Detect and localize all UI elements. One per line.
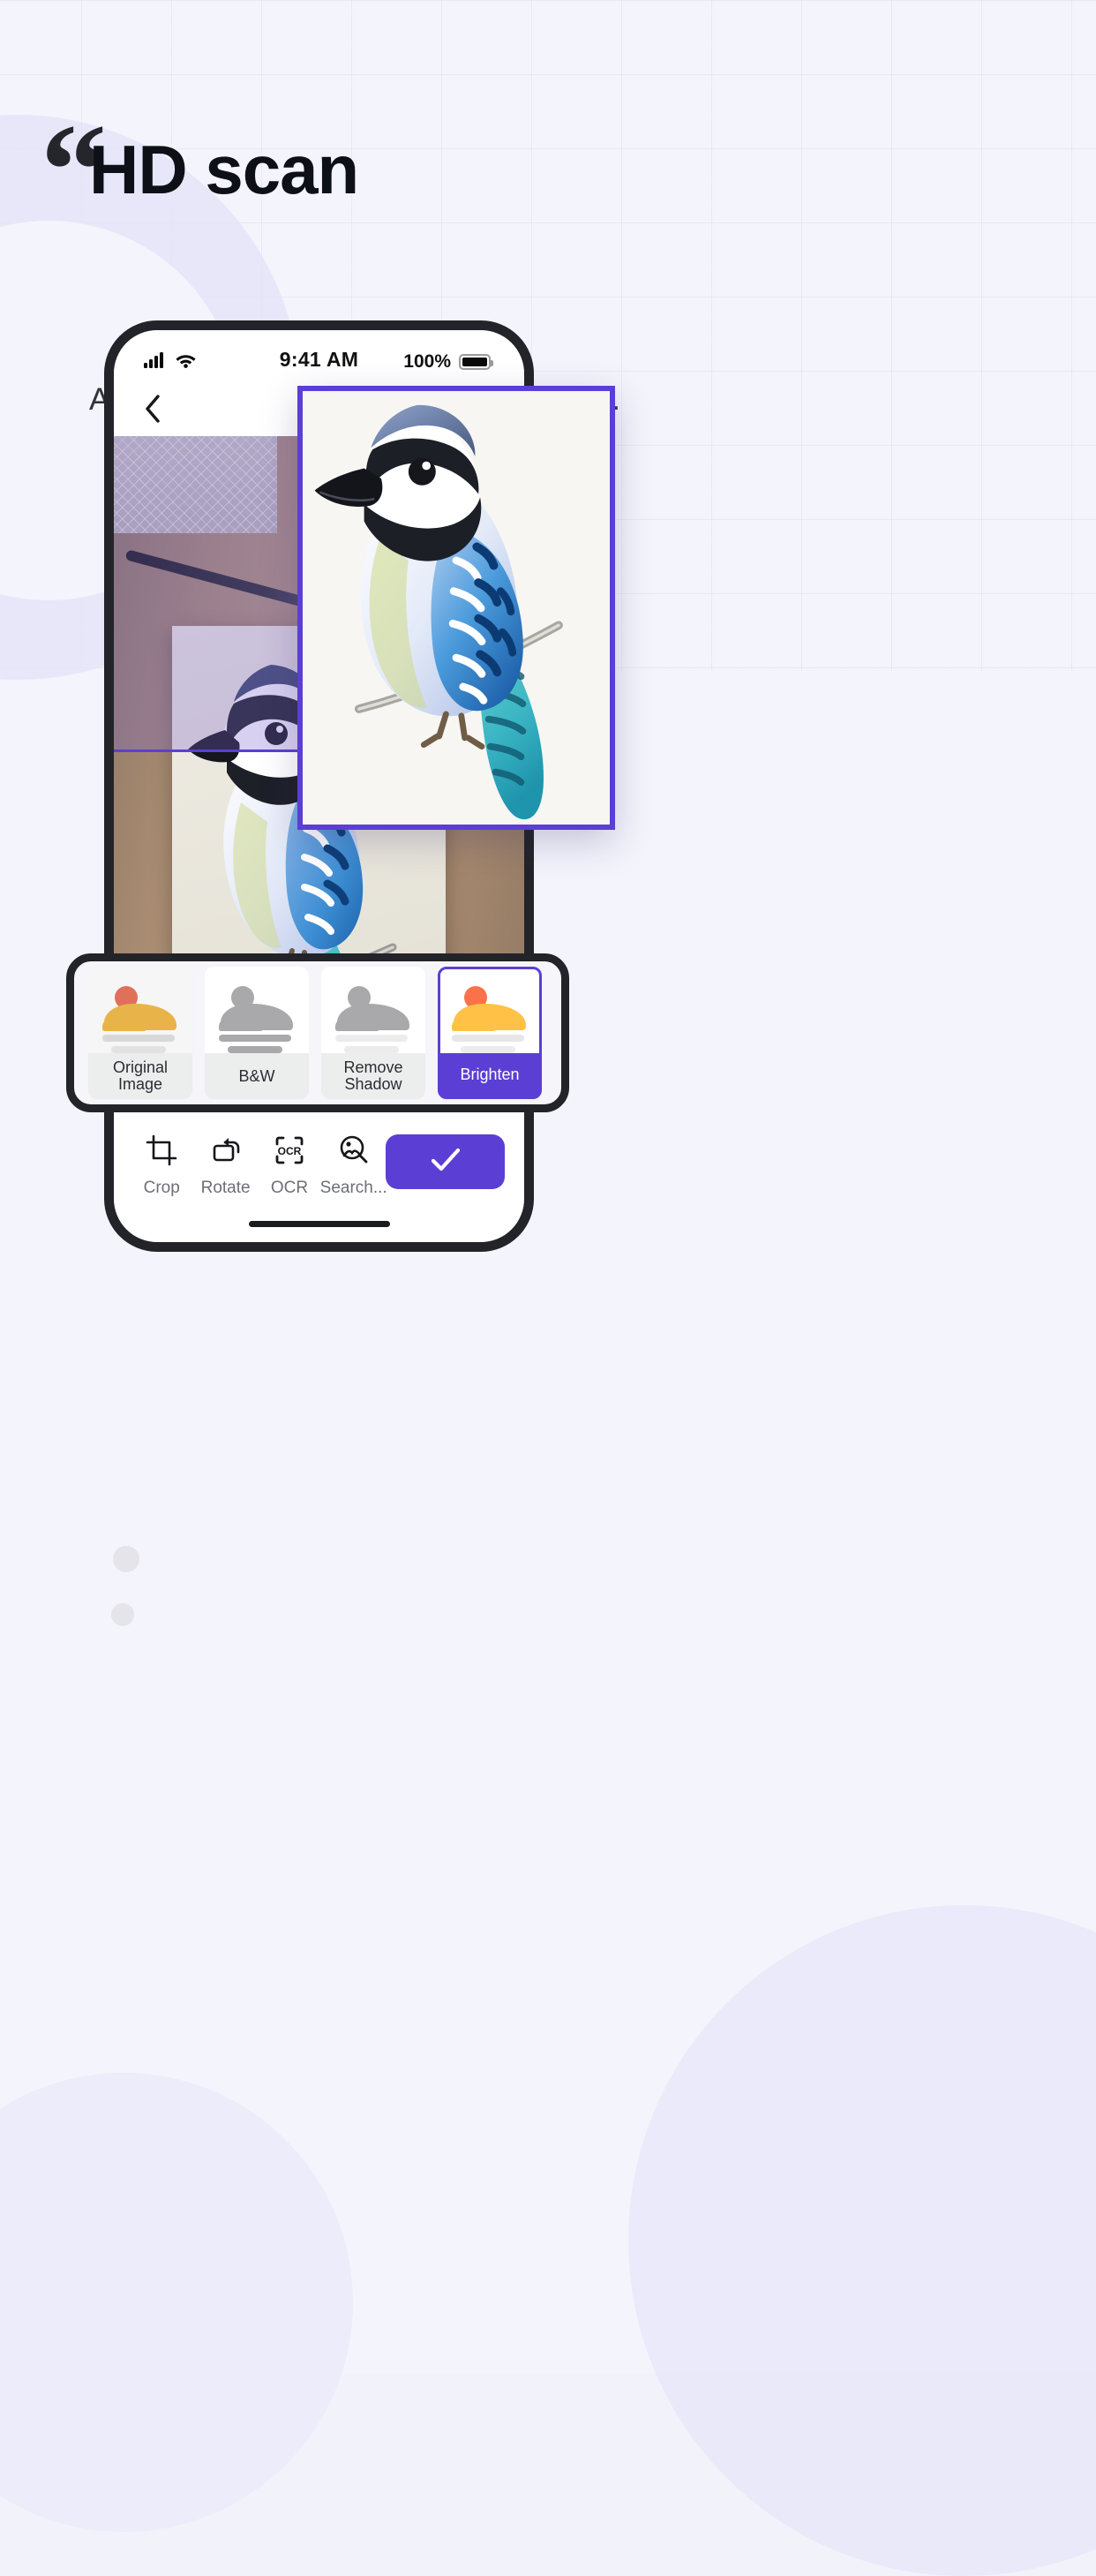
battery-percent-label: 100% [403, 351, 451, 372]
status-bar: 9:41 AM 100% [114, 330, 524, 385]
cellular-bars-icon [144, 351, 167, 373]
toolbar-item-rotate[interactable]: Rotate [193, 1134, 257, 1198]
cutting-mat [114, 436, 277, 533]
filter-chip-bw[interactable]: B&W [205, 967, 309, 1099]
svg-text:OCR: OCR [278, 1145, 302, 1157]
toolbar-label: Rotate [200, 1179, 251, 1197]
scan-preview-card[interactable] [297, 386, 615, 830]
toolbar-label: Crop [143, 1179, 180, 1197]
ocr-scan-icon: OCR [274, 1134, 305, 1171]
filter-chip-original-image[interactable]: Original Image [88, 967, 192, 1099]
back-button[interactable] [133, 391, 172, 430]
check-icon [428, 1146, 463, 1179]
filter-chip-brighten[interactable]: Brighten [438, 967, 542, 1099]
toolbar-item-crop[interactable]: Crop [130, 1134, 193, 1198]
status-bar-time: 9:41 AM [279, 348, 359, 371]
image-placeholder-icon [219, 984, 295, 1053]
filter-label: Original Image [112, 1058, 169, 1093]
chevron-left-icon [143, 394, 162, 428]
wifi-icon [175, 352, 197, 373]
image-placeholder-icon [452, 984, 528, 1053]
image-search-icon [338, 1134, 370, 1171]
decorative-dot [111, 1603, 134, 1626]
filter-label: Brighten [460, 1066, 520, 1084]
toolbar-item-search[interactable]: Search... [319, 1134, 387, 1198]
filter-thumbnail [88, 967, 192, 1053]
filter-options-panel: Original Image B&W Remove Shadow Brighte… [66, 953, 569, 1112]
filter-label: Remove Shadow [343, 1058, 403, 1093]
crop-icon [146, 1134, 177, 1171]
image-placeholder-icon [335, 984, 411, 1053]
home-indicator [248, 1221, 390, 1227]
filter-label: B&W [238, 1066, 275, 1085]
blue-jay-preview-drawing [303, 393, 610, 823]
toolbar-item-ocr[interactable]: OCR OCR [258, 1134, 321, 1198]
filter-thumbnail [440, 969, 539, 1053]
toolbar-label: OCR [270, 1179, 309, 1197]
image-placeholder-icon [102, 984, 178, 1053]
battery-full-icon [459, 354, 493, 370]
confirm-button[interactable] [386, 1134, 506, 1189]
toolbar-label: Search... [319, 1179, 387, 1197]
filter-chip-remove-shadow[interactable]: Remove Shadow [321, 967, 425, 1099]
filter-thumbnail [205, 967, 309, 1053]
decorative-dot [113, 1546, 139, 1572]
rotate-icon [210, 1134, 242, 1171]
filter-thumbnail [321, 967, 425, 1053]
page-title: HD scan [89, 131, 359, 208]
